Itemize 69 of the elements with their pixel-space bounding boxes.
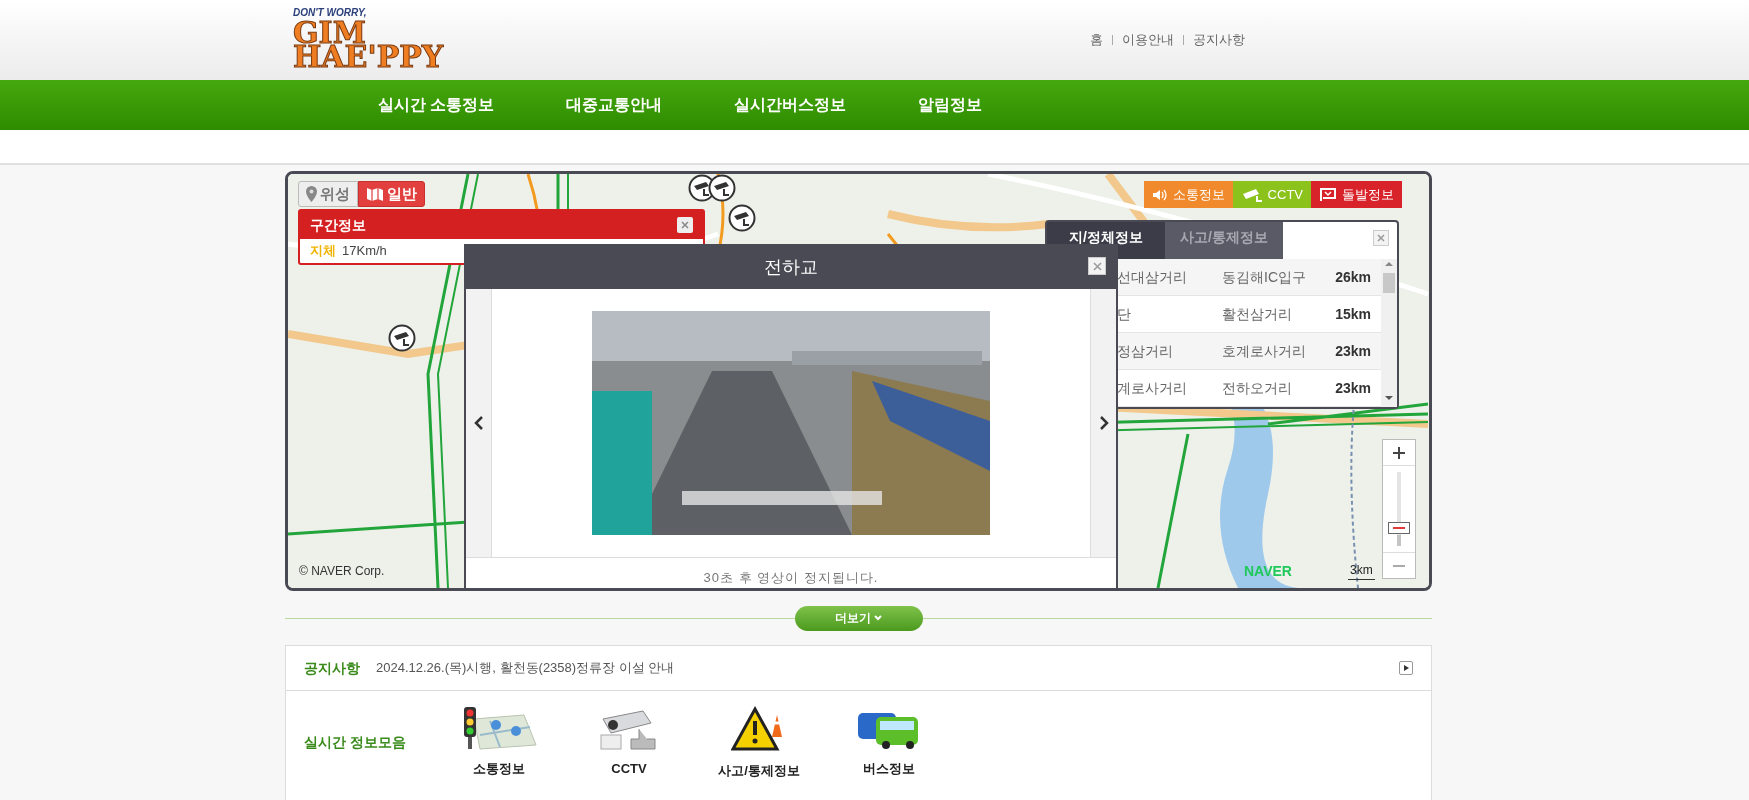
cctv-marker-icon[interactable] <box>708 174 736 202</box>
cctv-marker-icon[interactable] <box>388 324 416 352</box>
start-point: 정삼거리 <box>1117 341 1174 361</box>
close-icon <box>1092 261 1102 271</box>
scroll-down-icon[interactable] <box>1384 393 1394 403</box>
notice-link[interactable]: 2024.12.26.(목)시행, 활천동(2358)정류장 이설 안내 <box>376 658 675 678</box>
close-icon <box>1377 234 1385 242</box>
cctv-marker-icon[interactable] <box>728 204 756 232</box>
minus-icon <box>1393 563 1405 568</box>
quick-info-link[interactable]: CCTV <box>564 705 694 779</box>
start-point: 계로사거리 <box>1117 378 1188 398</box>
close-button[interactable] <box>1373 230 1389 246</box>
scroll-thumb[interactable] <box>1383 273 1395 293</box>
camera-icon <box>1240 187 1263 202</box>
distance-value: 23km <box>1335 378 1371 398</box>
distance-value: 23km <box>1335 341 1371 361</box>
top-link[interactable]: 홈 <box>1090 30 1103 50</box>
plus-icon <box>1393 446 1405 459</box>
folded-map-icon <box>366 186 384 202</box>
distance-value: 15km <box>1335 304 1371 324</box>
quick-info-label: 사고/통제정보 <box>718 762 800 780</box>
map-provider-logo: NAVER <box>1244 562 1292 581</box>
nav-item[interactable]: 실시간 소통정보 <box>350 93 523 117</box>
end-point: 동김해IC입구 <box>1222 267 1307 287</box>
scrollbar[interactable] <box>1381 259 1397 407</box>
nav-item[interactable]: 대중교통안내 <box>538 93 691 117</box>
chevron-left-icon <box>473 415 484 431</box>
site-logo[interactable]: DON'T WORRY, GIM HAE'PPY <box>293 8 444 72</box>
end-point: 전하오거리 <box>1222 378 1293 398</box>
quick-info-link[interactable]: 버스정보 <box>824 705 954 779</box>
congestion-status: 지체 <box>310 242 336 261</box>
chevron-right-icon <box>1098 415 1109 431</box>
pin-icon <box>306 186 317 202</box>
speaker-icon <box>1151 188 1168 201</box>
quick-info-label: 소통정보 <box>473 760 525 778</box>
close-button[interactable] <box>677 217 693 233</box>
zoom-slider-thumb[interactable] <box>1388 521 1410 534</box>
nav-item[interactable]: 알림정보 <box>890 93 1011 117</box>
end-point: 호계로사거리 <box>1222 341 1307 361</box>
section-title: 실시간 정보모음 <box>304 733 407 752</box>
quick-info-link[interactable]: 소통정보 <box>434 705 564 779</box>
quick-info-label: CCTV <box>611 760 647 778</box>
info-tab[interactable]: 사고/통제정보 <box>1165 222 1283 259</box>
quick-info-link[interactable]: 사고/통제정보 <box>694 705 824 781</box>
video-stop-notice: 30초 후 영상이 정지됩니다. <box>703 569 879 587</box>
close-icon <box>681 221 689 229</box>
quick-info-label: 버스정보 <box>863 760 915 778</box>
layer-button[interactable]: 돌발정보 <box>1311 181 1402 208</box>
chevron-down-icon <box>874 615 882 621</box>
scroll-up-icon[interactable] <box>1384 259 1394 269</box>
panel-title: 구간정보 <box>310 215 366 235</box>
top-link[interactable]: 이용안내 <box>1122 30 1174 50</box>
end-point: 활천삼거리 <box>1222 304 1293 324</box>
top-link[interactable]: 공지사항 <box>1193 30 1245 50</box>
map-type-tab[interactable]: 일반 <box>358 181 425 207</box>
notice-title: 공지사항 <box>304 658 360 678</box>
distance-value: 26km <box>1335 267 1371 287</box>
map-copyright: © NAVER Corp. <box>299 563 385 580</box>
close-button[interactable] <box>1088 257 1106 275</box>
start-point: 선대삼거리 <box>1117 267 1188 287</box>
map-type-tab[interactable]: 위성 <box>298 181 358 207</box>
flag-icon <box>1319 187 1337 202</box>
popup-title: 전하교 <box>764 256 818 279</box>
speed-value: 17Km/h <box>342 242 387 261</box>
start-point: 단 <box>1117 304 1132 324</box>
notice-more-button[interactable] <box>1399 661 1413 675</box>
nav-item[interactable]: 실시간버스정보 <box>706 93 875 117</box>
play-icon <box>1403 665 1409 671</box>
map-scale: 3km <box>1348 561 1375 580</box>
